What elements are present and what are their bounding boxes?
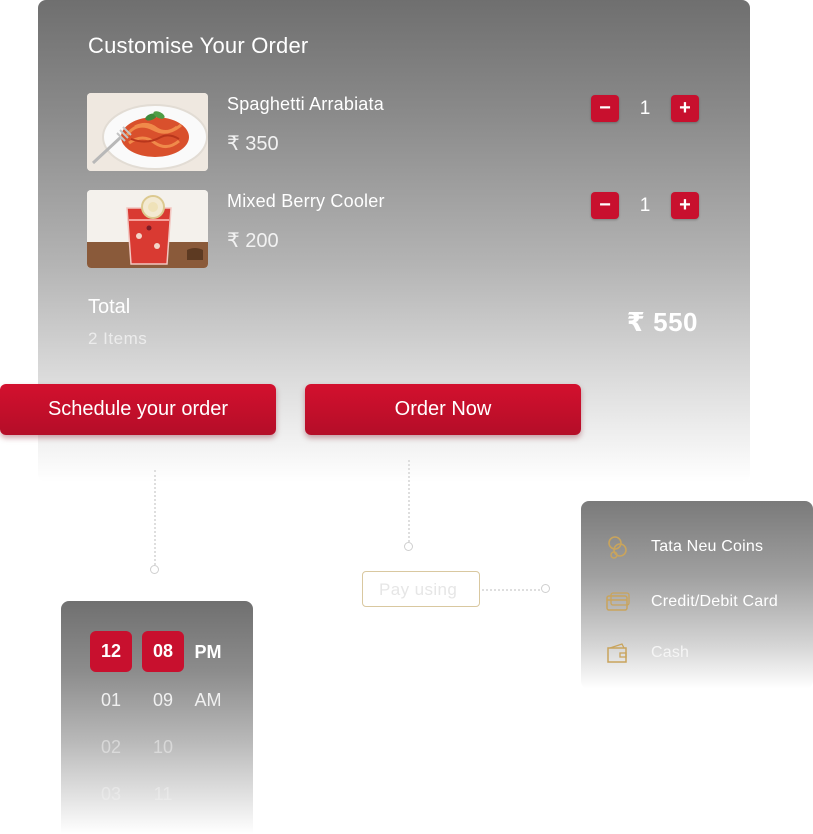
quantity-value: 1 [639,98,651,119]
berry-cooler-image [87,190,208,268]
schedule-connector [154,470,156,565]
hour-option[interactable]: 03 [90,784,132,805]
item-price: ₹ 200 [227,230,279,252]
quantity-value: 1 [639,195,651,216]
payment-option-label: Cash [651,644,690,661]
page: Customise Your Order Spaghetti Arrabiata… [0,0,813,834]
period-option[interactable]: AM [188,690,228,711]
item-price: ₹ 350 [227,133,279,155]
minute-option[interactable]: 09 [142,690,184,711]
pay-using-label[interactable]: Pay using [362,571,480,607]
connector-node [541,584,550,593]
order-title: Customise Your Order [88,33,309,58]
order-now-button[interactable]: Order Now [305,384,581,435]
decrease-quantity-button[interactable]: − [591,192,619,219]
decrease-quantity-button[interactable]: − [591,95,619,122]
item-name: Spaghetti Arrabiata [227,94,384,114]
schedule-order-button[interactable]: Schedule your order [0,384,276,435]
payment-option-cash[interactable]: Cash [605,640,813,668]
total-amount: ₹ 550 [626,307,698,337]
coins-icon [608,536,627,559]
connector-node [150,565,159,574]
item-name: Mixed Berry Cooler [227,191,385,211]
selected-hour[interactable]: 12 [90,631,132,672]
minute-option[interactable]: 10 [142,737,184,758]
hour-option[interactable]: 01 [90,690,132,711]
payment-option-label: Credit/Debit Card [651,593,779,610]
order-item: Spaghetti Arrabiata ₹ 350 − 1 + [87,93,699,171]
total-label: Total [88,296,131,318]
payment-option-card[interactable]: Credit/Debit Card [605,589,813,617]
credit-card-icon [606,592,630,611]
selected-minute[interactable]: 08 [142,631,184,672]
item-count: 2 Items [88,329,148,348]
increase-quantity-button[interactable]: + [671,95,699,122]
quantity-stepper: − 1 + [591,95,699,123]
payment-options-card: Tata Neu Coins Credit/Debit Card Cash [581,501,813,689]
hour-option[interactable]: 02 [90,737,132,758]
payment-option-label: Tata Neu Coins [651,538,764,555]
selected-period[interactable]: PM [188,642,228,663]
order-item: Mixed Berry Cooler ₹ 200 − 1 + [87,190,699,268]
increase-quantity-button[interactable]: + [671,192,699,219]
payment-option-tata-neu-coins[interactable]: Tata Neu Coins [605,534,813,562]
wallet-icon [607,643,627,663]
minute-option[interactable]: 11 [142,784,184,805]
connector-node [404,542,413,551]
quantity-stepper: − 1 + [591,192,699,220]
payment-connector [482,589,540,591]
time-picker: 12 08 PM 01 09 AM 02 10 03 11 [61,601,253,834]
spaghetti-image [87,93,208,171]
order-connector [408,460,410,542]
